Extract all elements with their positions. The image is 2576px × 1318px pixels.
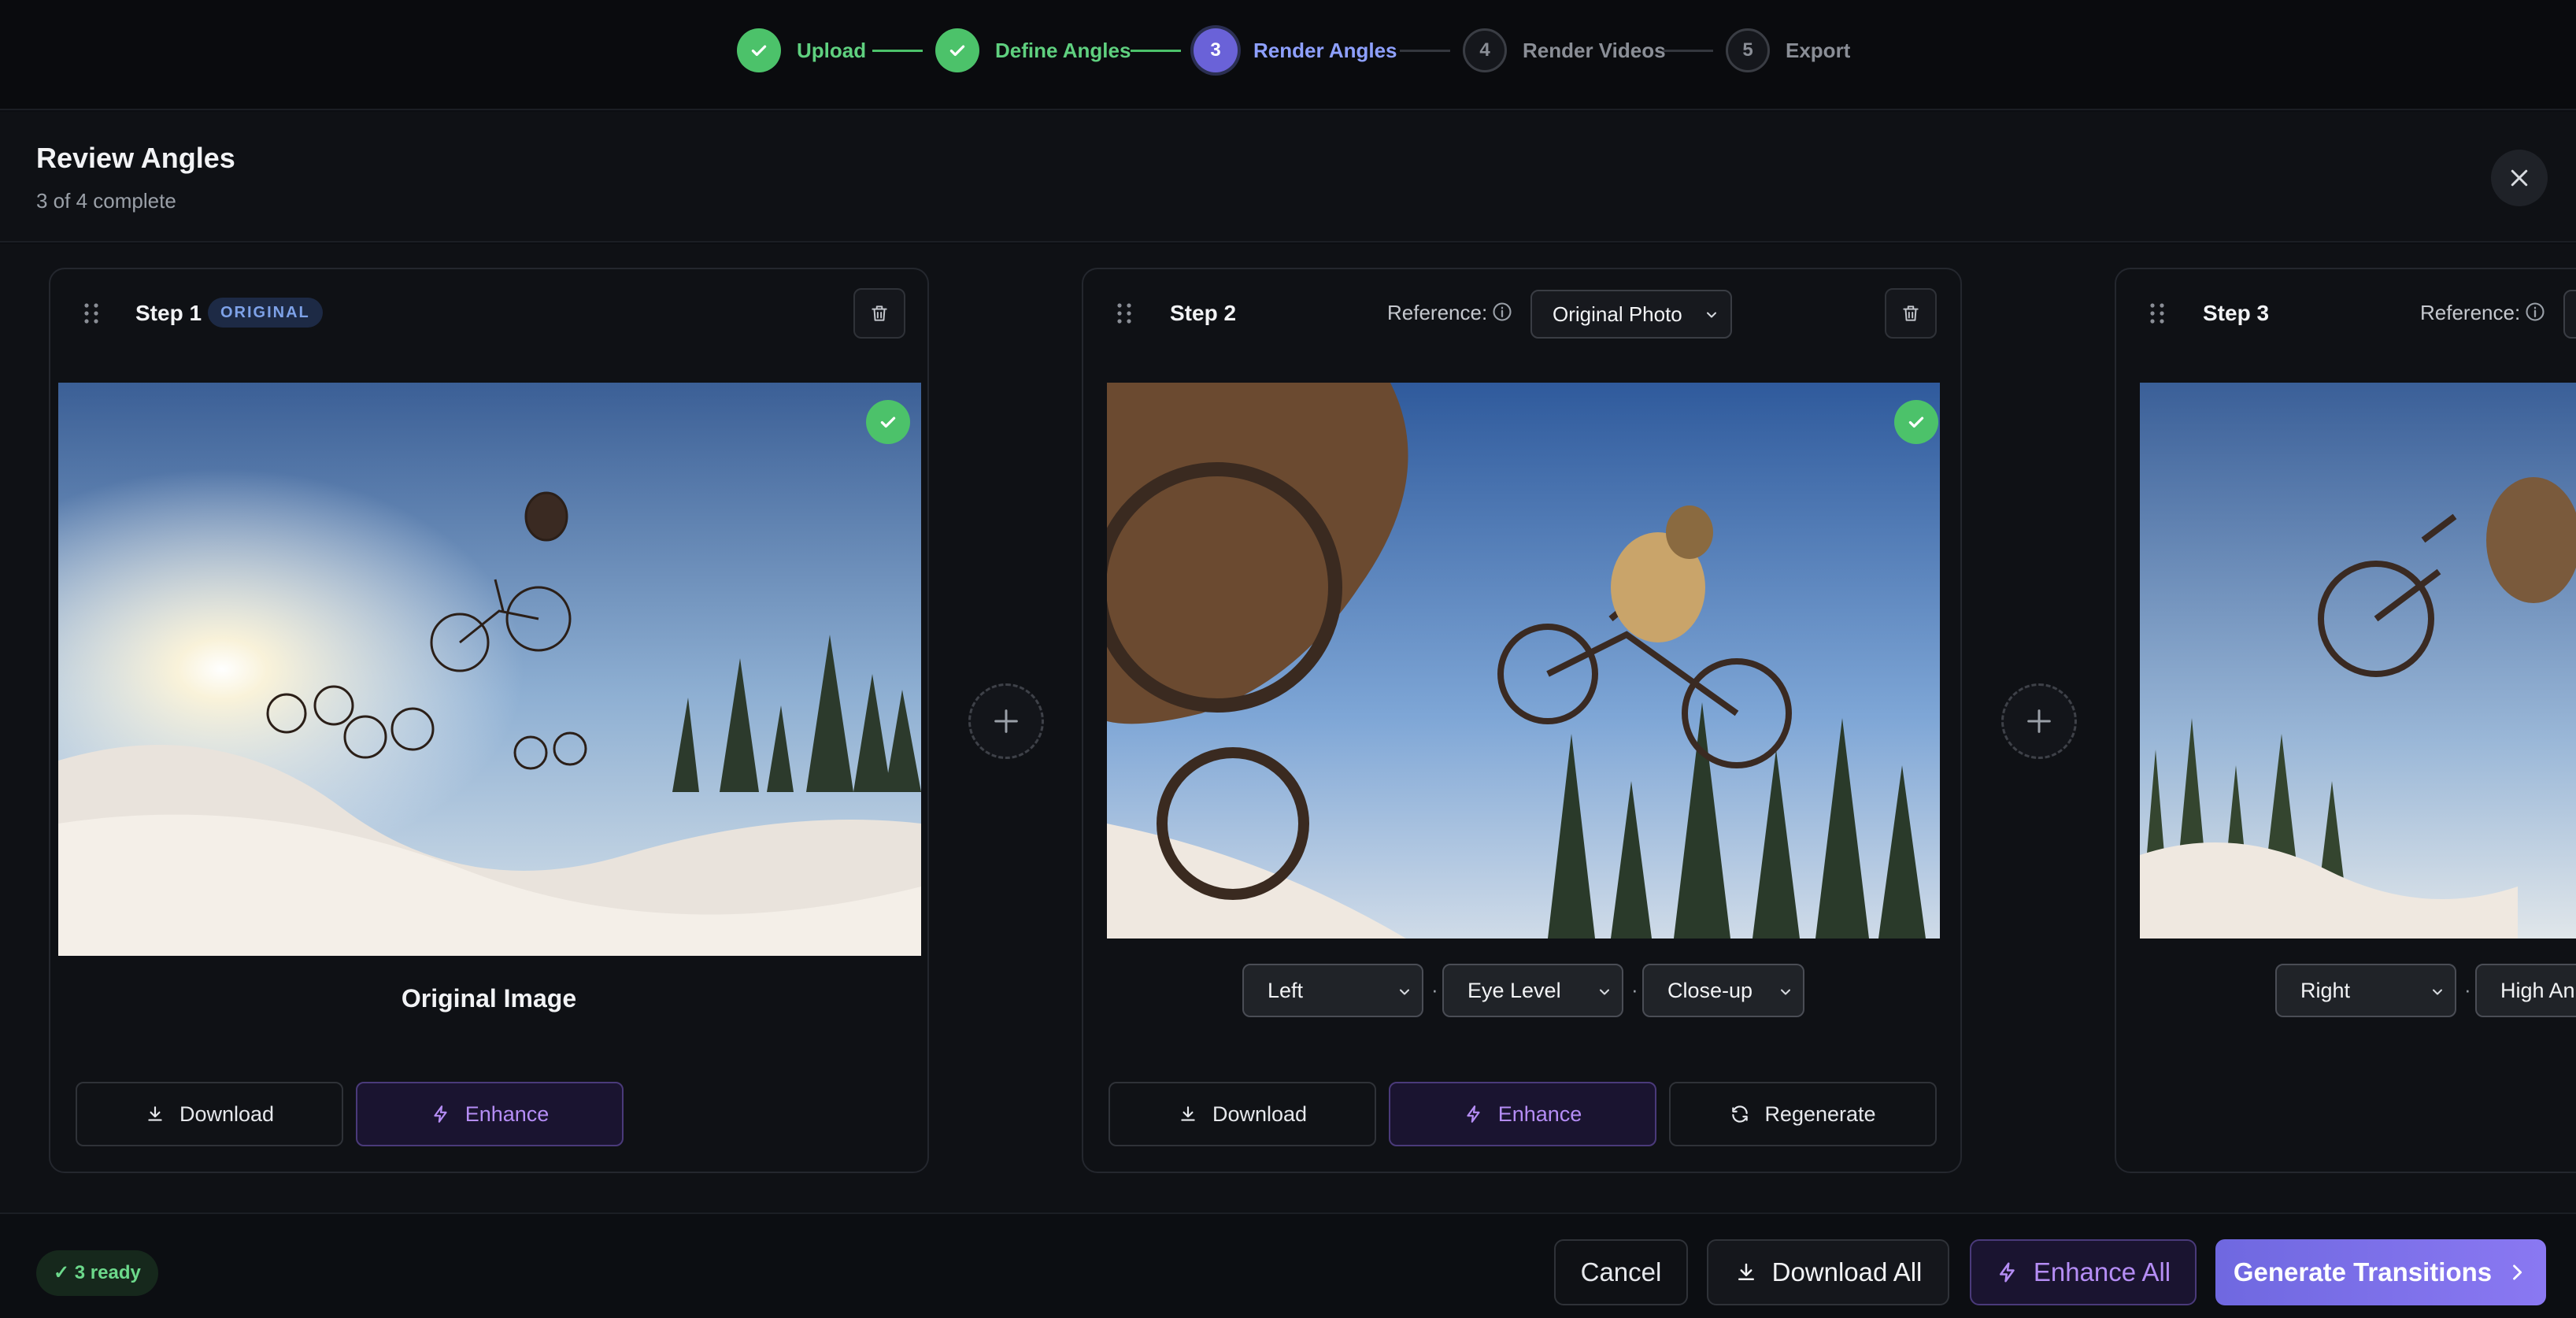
separator-dot: · [2464, 978, 2471, 1001]
page-title: Review Angles [36, 142, 235, 174]
download-icon [1738, 1263, 1754, 1280]
step-export[interactable]: 5 Export [1726, 28, 1850, 72]
card-title: Step 3 [2203, 301, 2270, 325]
step-define-angles[interactable]: Define Angles [935, 28, 1131, 72]
info-icon[interactable] [1491, 301, 1513, 323]
enhance-button[interactable]: Enhance [1389, 1082, 1656, 1146]
close-icon [2511, 169, 2528, 187]
reference-select[interactable]: Original Photo [1530, 290, 1732, 339]
lightning-icon [1467, 1105, 1480, 1123]
step-number: 5 [1726, 28, 1770, 72]
step-number: 4 [1463, 28, 1507, 72]
dialog-footer: ✓ 3 ready Cancel Download All Enhance Al… [0, 1212, 2576, 1318]
step-label: Render Videos [1523, 38, 1666, 62]
step-label: Export [1786, 38, 1851, 62]
image-caption: Original Image [401, 984, 577, 1013]
progress-stepper: Upload Define Angles 3 Render Angles 4 R… [0, 0, 2576, 110]
camera-height-select[interactable]: High An [2475, 964, 2576, 1017]
generate-transitions-button[interactable]: Generate Transitions [2215, 1239, 2546, 1305]
separator-dot: · [1431, 978, 1438, 1001]
info-icon[interactable] [2524, 301, 2546, 323]
direction-select[interactable]: Left [1242, 964, 1423, 1017]
enhance-all-button[interactable]: Enhance All [1970, 1239, 2197, 1305]
download-icon [148, 1106, 162, 1121]
download-all-button[interactable]: Download All [1707, 1239, 1949, 1305]
enhance-button[interactable]: Enhance [356, 1082, 624, 1146]
card-header: Step 1 ORIGINAL [50, 269, 927, 356]
progress-subtitle: 3 of 4 complete [36, 189, 176, 213]
angle-image[interactable] [2140, 383, 2576, 939]
original-badge: ORIGINAL [208, 298, 323, 328]
direction-select[interactable]: Right [2275, 964, 2456, 1017]
regenerate-button[interactable]: Regenerate [1669, 1082, 1937, 1146]
step-number: 3 [1194, 28, 1238, 72]
download-button[interactable]: Download [1108, 1082, 1376, 1146]
angle-image[interactable] [58, 383, 921, 956]
reference-select[interactable] [2563, 290, 2576, 339]
card-header: Step 3 Reference: [2116, 269, 2576, 356]
trash-icon [872, 305, 887, 321]
add-angle-button[interactable] [968, 683, 1044, 759]
angle-card-step-2: Step 2 Reference: Original Photo Left · … [1082, 268, 1962, 1173]
angle-card-step-1: Step 1 ORIGINAL Original Image Download … [49, 268, 929, 1173]
mountain-bikers-image [58, 383, 921, 956]
download-button[interactable]: Download [76, 1082, 343, 1146]
reference-label: Reference: [1387, 301, 1488, 324]
shot-size-select[interactable]: Close-up [1642, 964, 1804, 1017]
step-label: Define Angles [995, 38, 1131, 62]
plus-icon [2027, 709, 2051, 733]
drag-handle-icon[interactable] [2149, 302, 2165, 324]
step-connector [1131, 50, 1181, 52]
chevron-down-icon [2433, 989, 2442, 995]
add-angle-button[interactable] [2001, 683, 2077, 759]
drag-handle-icon[interactable] [1116, 302, 1132, 324]
angle-card-step-3: Step 3 Reference: Right · High An [2115, 268, 2576, 1173]
download-icon [1181, 1106, 1195, 1121]
chevron-down-icon [1600, 989, 1609, 995]
delete-button[interactable] [853, 288, 905, 339]
check-icon: ✓ [54, 1262, 75, 1283]
angle-image[interactable] [1107, 383, 1940, 939]
step-connector [872, 50, 923, 52]
cancel-button[interactable]: Cancel [1554, 1239, 1688, 1305]
chevron-down-icon [1707, 312, 1716, 318]
lightning-icon [1999, 1262, 2015, 1283]
close-button[interactable] [2491, 150, 2548, 206]
plus-icon [994, 709, 1018, 733]
check-icon [935, 28, 979, 72]
card-header: Step 2 Reference: Original Photo [1083, 269, 1960, 356]
check-icon [737, 28, 781, 72]
angles-strip: Step 1 ORIGINAL Original Image Download … [0, 244, 2576, 1212]
step-label: Upload [797, 38, 867, 62]
refresh-icon [1732, 1105, 1749, 1123]
separator-dot: · [1631, 978, 1638, 1001]
chevron-down-icon [1400, 989, 1409, 995]
step-render-videos[interactable]: 4 Render Videos [1463, 28, 1666, 72]
drag-handle-icon[interactable] [83, 302, 99, 324]
dialog-header: Review Angles 3 of 4 complete [0, 112, 2576, 242]
step-connector [1400, 50, 1450, 52]
step-render-angles[interactable]: 3 Render Angles [1194, 28, 1397, 72]
lightning-icon [434, 1105, 447, 1123]
chevron-right-icon [2513, 1264, 2522, 1280]
trash-icon [1903, 305, 1919, 321]
ready-count-badge: ✓ 3 ready [36, 1250, 158, 1296]
complete-check-icon [1894, 400, 1938, 444]
delete-button[interactable] [1885, 288, 1937, 339]
card-title: Step 1 [135, 301, 202, 325]
step-connector [1663, 50, 1713, 52]
mountain-biker-side-image [2140, 383, 2576, 939]
card-title: Step 2 [1170, 301, 1237, 325]
reference-label: Reference: [2420, 301, 2521, 324]
camera-height-select[interactable]: Eye Level [1442, 964, 1623, 1017]
step-label: Render Angles [1253, 38, 1397, 62]
mountain-biker-closeup-image [1107, 383, 1940, 939]
step-upload[interactable]: Upload [737, 28, 866, 72]
complete-check-icon [866, 400, 910, 444]
chevron-down-icon [1781, 989, 1790, 995]
